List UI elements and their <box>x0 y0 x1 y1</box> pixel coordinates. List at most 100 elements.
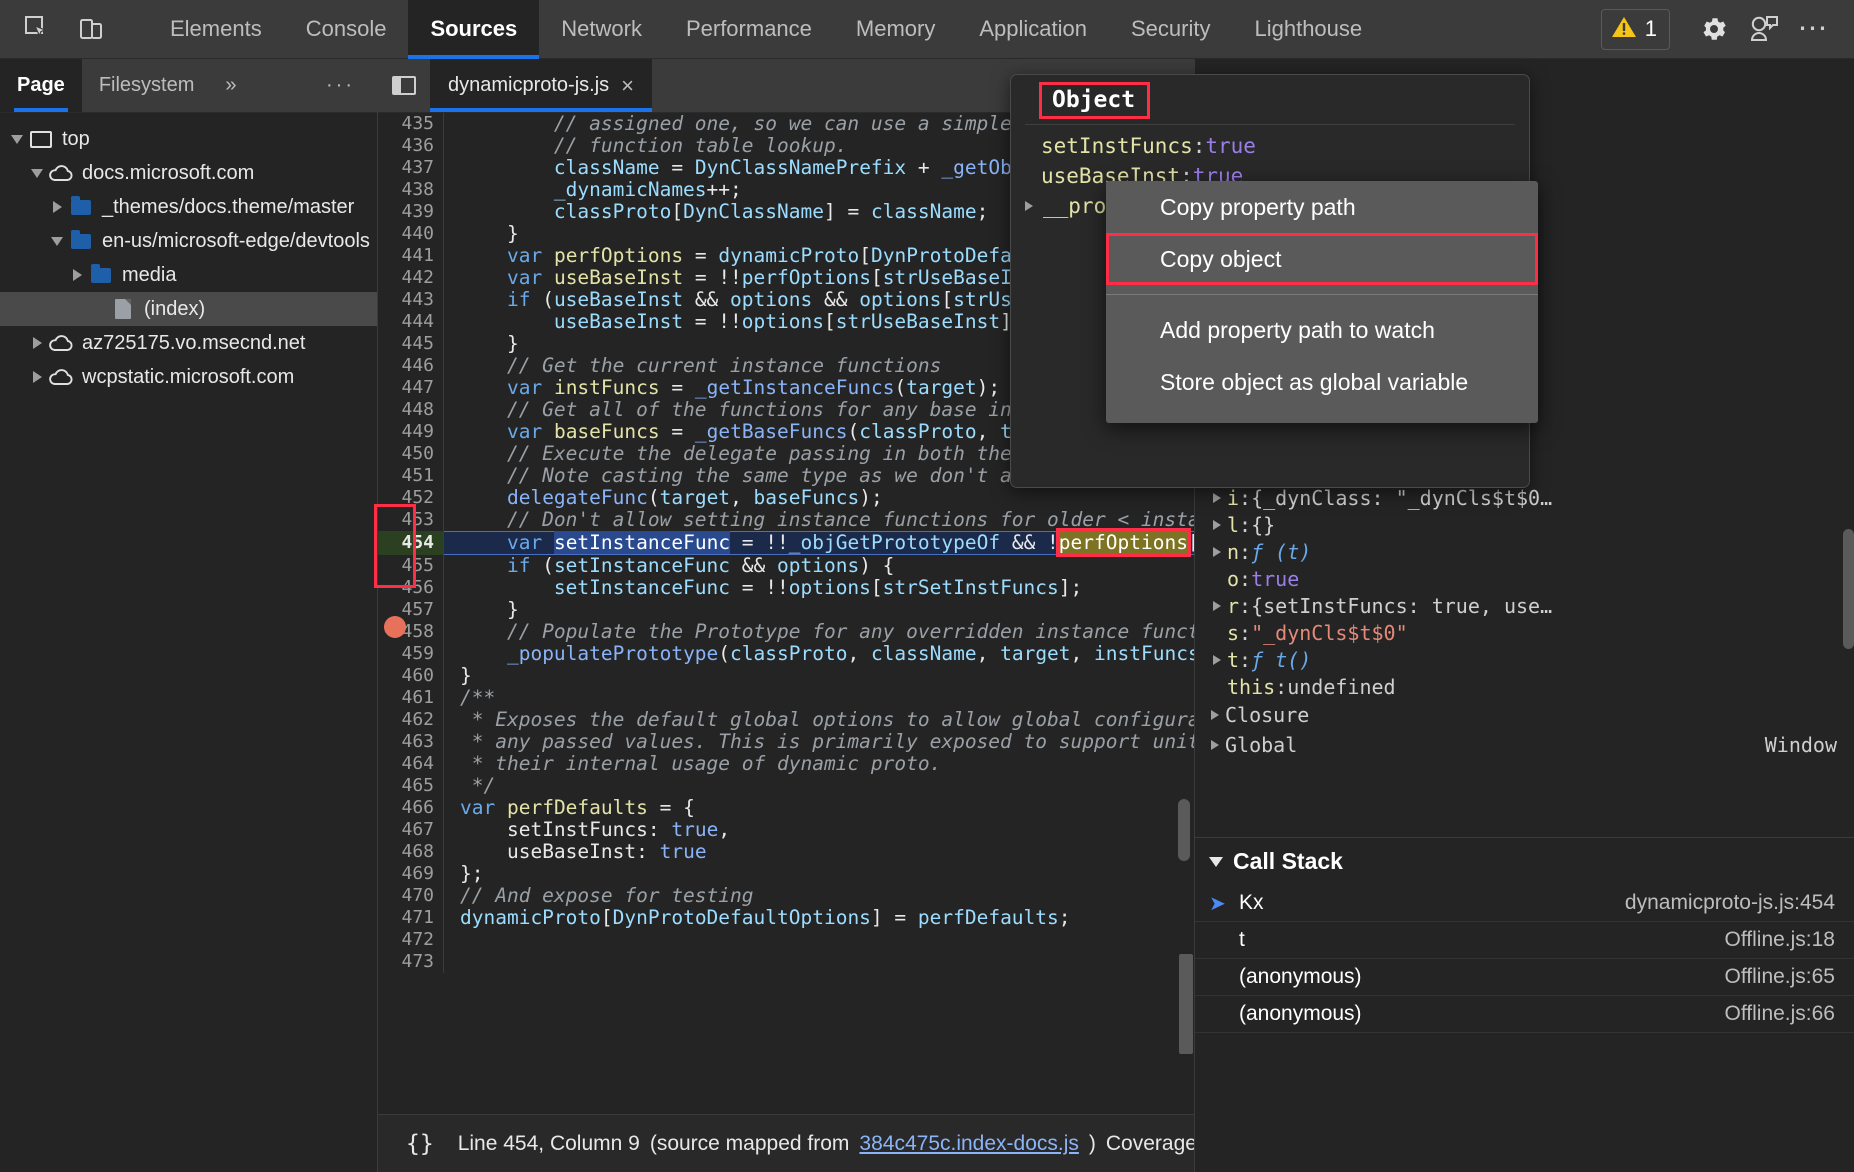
line-number[interactable]: 443 <box>378 289 444 311</box>
line-number[interactable]: 437 <box>378 157 444 179</box>
code-line[interactable]: 465 */ <box>378 775 1194 797</box>
scope-vertical-scrollbar[interactable] <box>1843 529 1854 649</box>
tab-console[interactable]: Console <box>284 0 409 59</box>
show-navigator-icon[interactable] <box>378 59 430 112</box>
inspect-element-icon[interactable] <box>16 7 60 51</box>
code-line[interactable]: 463 * any passed values. This is primari… <box>378 731 1194 753</box>
code-line[interactable]: 466var perfDefaults = { <box>378 797 1194 819</box>
twisty-icon[interactable] <box>66 269 88 281</box>
line-number[interactable]: 440 <box>378 223 444 245</box>
expand-triangle-icon[interactable] <box>1207 493 1227 503</box>
code-line[interactable]: 453 // Don't allow setting instance func… <box>378 509 1194 531</box>
twisty-icon[interactable] <box>26 169 48 178</box>
twisty-icon[interactable] <box>26 371 48 383</box>
editor-tab-dynamicproto[interactable]: dynamicproto-js.js × <box>430 59 652 112</box>
scope-variable-row[interactable]: i: {_dynClass: "_dynCls$t$0… <box>1195 484 1854 511</box>
line-number[interactable]: 463 <box>378 731 444 753</box>
expand-triangle-icon[interactable] <box>1019 201 1039 211</box>
code-line[interactable]: 467 setInstFuncs: true, <box>378 819 1194 841</box>
code-line[interactable]: 473 <box>378 951 1194 973</box>
scope-variable-row[interactable]: t: ƒ t() <box>1195 646 1854 673</box>
scope-variable-row[interactable]: this: undefined <box>1195 673 1854 700</box>
breakpoint-marker[interactable] <box>384 616 406 638</box>
tab-security[interactable]: Security <box>1109 0 1232 59</box>
expand-triangle-icon[interactable] <box>1207 655 1227 665</box>
twisty-icon[interactable] <box>46 237 68 246</box>
close-icon[interactable]: × <box>621 75 634 97</box>
line-number[interactable]: 470 <box>378 885 444 907</box>
tree-item-devtools-folder[interactable]: en-us/microsoft-edge/devtools <box>0 224 377 258</box>
code-line[interactable]: 462 * Exposes the default global options… <box>378 709 1194 731</box>
line-number[interactable]: 472 <box>378 929 444 951</box>
code-line[interactable]: 471dynamicProto[DynProtoDefaultOptions] … <box>378 907 1194 929</box>
editor-vertical-scrollbar[interactable] <box>1178 799 1190 861</box>
scope-variable-row[interactable]: s: "_dynCls$t$0" <box>1195 619 1854 646</box>
code-line[interactable]: 464 * their internal usage of dynamic pr… <box>378 753 1194 775</box>
code-line[interactable]: 454 var setInstanceFunc = !!_objGetProto… <box>378 531 1194 555</box>
call-stack-row[interactable]: (anonymous)Offline.js:66 <box>1195 996 1854 1033</box>
line-number[interactable]: 467 <box>378 819 444 841</box>
twisty-icon[interactable] <box>26 337 48 349</box>
popover-property-row[interactable]: setInstFuncs: true <box>1011 131 1529 161</box>
line-number[interactable]: 451 <box>378 465 444 487</box>
tab-sources[interactable]: Sources <box>408 0 539 59</box>
device-toolbar-icon[interactable] <box>70 7 114 51</box>
tree-item-themes-folder[interactable]: _themes/docs.theme/master <box>0 190 377 224</box>
tree-item-wcpstatic[interactable]: wcpstatic.microsoft.com <box>0 360 377 394</box>
line-number[interactable]: 446 <box>378 355 444 377</box>
line-number[interactable]: 450 <box>378 443 444 465</box>
line-number[interactable]: 442 <box>378 267 444 289</box>
twisty-icon[interactable] <box>6 135 28 144</box>
line-number[interactable]: 460 <box>378 665 444 687</box>
line-number[interactable]: 471 <box>378 907 444 929</box>
code-line[interactable]: 456 setInstanceFunc = !!options[strSetIn… <box>378 577 1194 599</box>
tab-application[interactable]: Application <box>957 0 1109 59</box>
code-line[interactable]: 459 _populatePrototype(classProto, class… <box>378 643 1194 665</box>
code-line[interactable]: 470// And expose for testing <box>378 885 1194 907</box>
sidebar-splitter-scrollbar[interactable] <box>1179 954 1193 1054</box>
line-number[interactable]: 469 <box>378 863 444 885</box>
call-stack-row[interactable]: ➤Kxdynamicproto-js.js:454 <box>1195 885 1854 922</box>
expand-triangle-icon[interactable] <box>1207 547 1227 557</box>
scope-section-row[interactable]: Closure <box>1195 700 1854 730</box>
line-number[interactable]: 465 <box>378 775 444 797</box>
twisty-icon[interactable] <box>46 201 68 213</box>
line-number[interactable]: 462 <box>378 709 444 731</box>
warning-counter-button[interactable]: 1 <box>1601 9 1670 50</box>
tab-network[interactable]: Network <box>539 0 664 59</box>
code-line[interactable]: 455 if (setInstanceFunc && options) { <box>378 555 1194 577</box>
menu-item-copy-property-path[interactable]: Copy property path <box>1106 181 1538 233</box>
line-number[interactable]: 441 <box>378 245 444 267</box>
call-stack-header[interactable]: Call Stack <box>1195 837 1854 885</box>
expand-triangle-icon[interactable] <box>1205 740 1225 750</box>
code-line[interactable]: 452 delegateFunc(target, baseFuncs); <box>378 487 1194 509</box>
line-number[interactable]: 464 <box>378 753 444 775</box>
navigator-tab-page[interactable]: Page <box>0 59 82 112</box>
scope-variable-row[interactable]: n: ƒ (t) <box>1195 538 1854 565</box>
line-number[interactable]: 466 <box>378 797 444 819</box>
navigator-more-tabs-icon[interactable]: » <box>211 59 250 112</box>
expand-triangle-icon[interactable] <box>1207 520 1227 530</box>
tree-item-index[interactable]: (index) <box>0 292 377 326</box>
more-options-icon[interactable]: ⋯ <box>1792 7 1836 51</box>
menu-item-add-property-path-to-watch[interactable]: Add property path to watch <box>1106 304 1538 356</box>
code-line[interactable]: 469}; <box>378 863 1194 885</box>
line-number[interactable]: 473 <box>378 951 444 973</box>
menu-item-store-object-as-global-variable[interactable]: Store object as global variable <box>1106 356 1538 408</box>
line-number[interactable]: 461 <box>378 687 444 709</box>
gear-icon[interactable] <box>1692 7 1736 51</box>
scope-variable-row[interactable]: l: {} <box>1195 511 1854 538</box>
line-number[interactable]: 438 <box>378 179 444 201</box>
tree-item-top[interactable]: top <box>0 122 377 156</box>
line-number[interactable]: 439 <box>378 201 444 223</box>
code-line[interactable]: 468 useBaseInst: true <box>378 841 1194 863</box>
call-stack-row[interactable]: tOffline.js:18 <box>1195 922 1854 959</box>
scope-section-row[interactable]: GlobalWindow <box>1195 730 1854 760</box>
tab-memory[interactable]: Memory <box>834 0 957 59</box>
line-number[interactable]: 447 <box>378 377 444 399</box>
code-line[interactable]: 461/** <box>378 687 1194 709</box>
line-number[interactable]: 436 <box>378 135 444 157</box>
tab-lighthouse[interactable]: Lighthouse <box>1232 0 1384 59</box>
line-number[interactable]: 459 <box>378 643 444 665</box>
feedback-icon[interactable] <box>1742 7 1786 51</box>
